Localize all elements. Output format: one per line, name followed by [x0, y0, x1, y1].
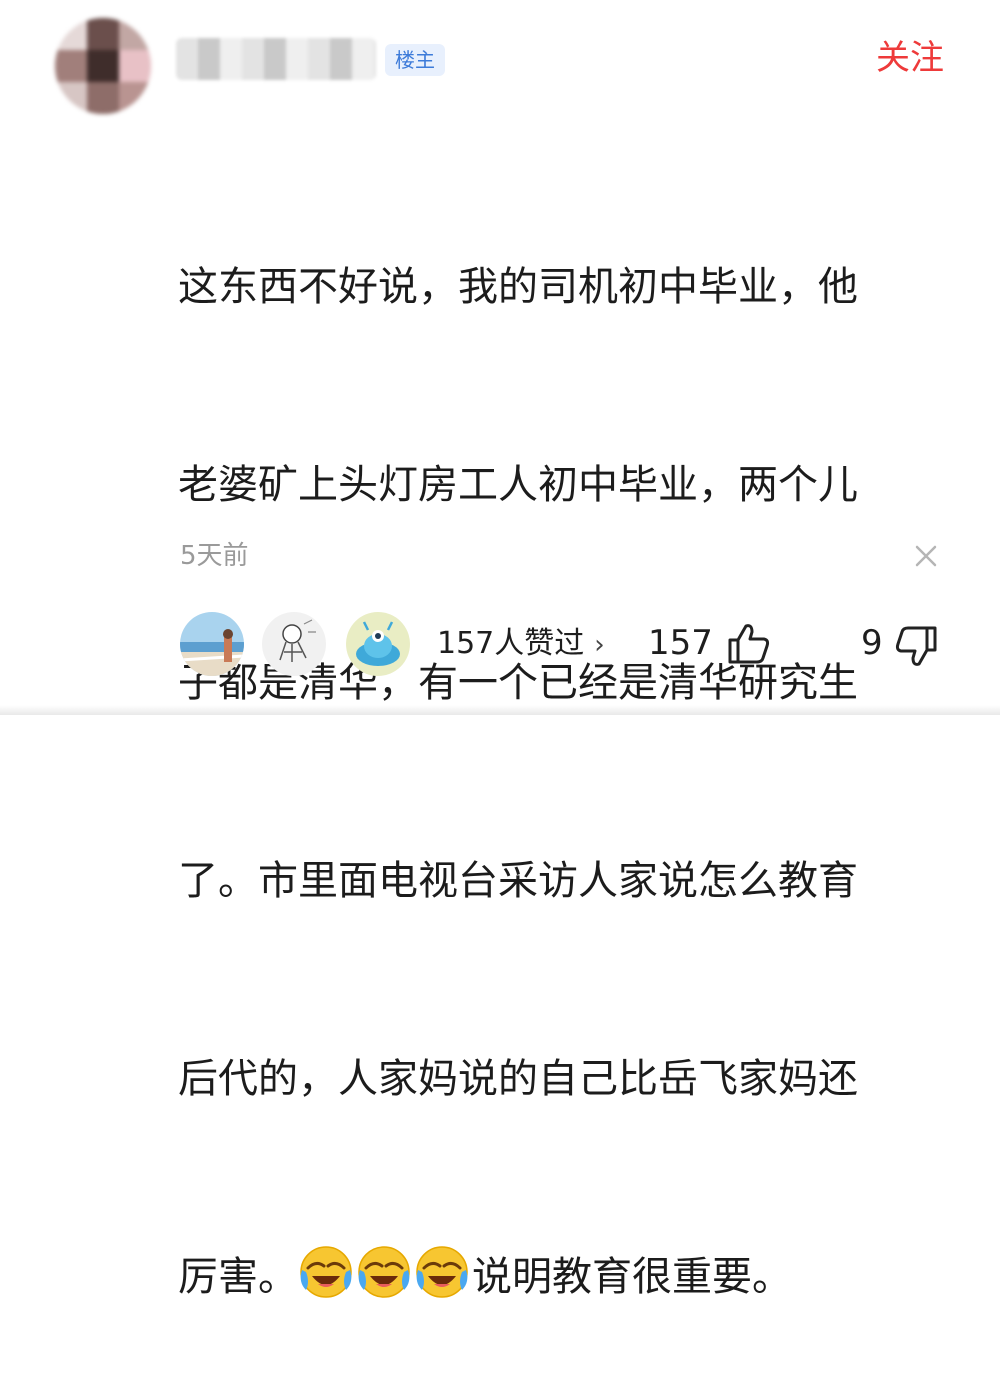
follow-button[interactable]: 关注: [876, 34, 944, 82]
avatar-pixel: [87, 50, 119, 82]
avatar-pixel: [119, 18, 151, 50]
avatar-pixel: [55, 82, 87, 114]
comment-line-end: 说明教育很重要。: [472, 1254, 792, 1300]
chevron-right-icon: ›: [594, 630, 605, 660]
thumbs-down-icon[interactable]: [893, 624, 939, 670]
comment-text: 这东西不好说，我的司机初中毕业，他 老婆矿上头灯房工人初中毕业，两个儿 子都是清…: [178, 122, 938, 1376]
comment-line: 后代的，人家妈说的自己比岳飞家妈还: [178, 1056, 858, 1102]
crying-laughing-emoji: [416, 1246, 468, 1298]
divider: [0, 705, 1000, 715]
comment-line: 这东西不好说，我的司机初中毕业，他: [178, 264, 858, 310]
like-count: 157: [648, 623, 713, 663]
likes-summary-text: 157人赞过: [437, 626, 585, 661]
likes-summary-link[interactable]: 157人赞过 ›: [437, 622, 605, 667]
crying-laughing-emoji: [358, 1246, 410, 1298]
avatar-pixel: [87, 18, 119, 50]
comment-line-last: 厉害。 说明教育很重要。: [178, 1244, 938, 1310]
avatar-pixel: [55, 50, 87, 82]
liker-avatar[interactable]: [346, 612, 410, 676]
post-time: 5天前: [180, 541, 249, 571]
liker-avatar[interactable]: [180, 612, 244, 676]
comment-line: 了。市里面电视台采访人家说怎么教育: [178, 858, 858, 904]
avatar-pixel: [55, 18, 87, 50]
username-blurred[interactable]: [176, 38, 376, 80]
comment-line-start: 厉害。: [178, 1254, 298, 1300]
avatar-pixel: [119, 50, 151, 82]
liker-avatar[interactable]: [262, 612, 326, 676]
owner-badge: 楼主: [385, 44, 445, 76]
avatar-pixel: [119, 82, 151, 114]
crying-laughing-emoji: [300, 1246, 352, 1298]
comment-line: 老婆矿上头灯房工人初中毕业，两个儿: [178, 462, 858, 508]
avatar[interactable]: [55, 18, 151, 114]
thumbs-up-icon[interactable]: [726, 620, 772, 666]
close-icon[interactable]: [910, 540, 942, 572]
dislike-count: 9: [861, 623, 883, 663]
avatar-pixel: [87, 82, 119, 114]
